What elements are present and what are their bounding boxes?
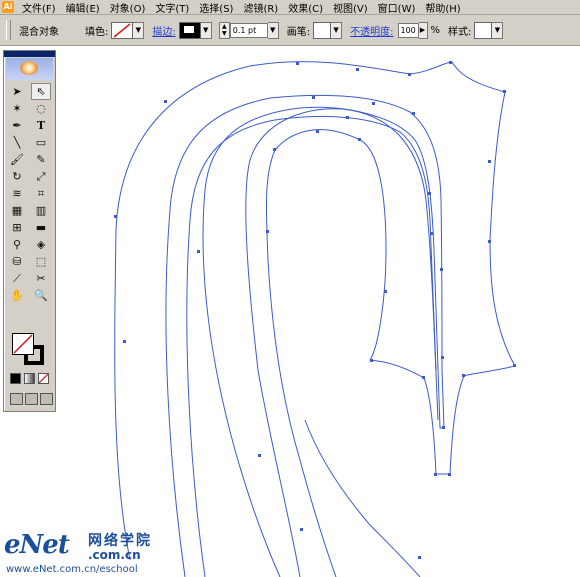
zoom-icon[interactable]: 🔍: [31, 287, 51, 304]
standard-screen-icon[interactable]: [10, 393, 23, 405]
direct-selection-tool-icon[interactable]: ⇖: [31, 83, 51, 100]
none-mode-icon[interactable]: [38, 373, 49, 384]
menu-type[interactable]: 文字(T): [150, 0, 194, 15]
full-screen-icon[interactable]: [40, 393, 53, 405]
opacity-link[interactable]: 不透明度:: [350, 23, 393, 38]
blend-icon[interactable]: ◈: [31, 236, 51, 253]
tools-panel-titlebar[interactable]: [4, 51, 55, 57]
screen-mode-buttons: [10, 393, 53, 405]
outer-path[interactable]: [114, 61, 516, 577]
full-screen-menu-icon[interactable]: [25, 393, 38, 405]
mesh-icon[interactable]: ⊞: [7, 219, 27, 236]
style-swatch[interactable]: [474, 21, 493, 39]
menu-effect[interactable]: 效果(C): [283, 0, 328, 15]
color-mode-buttons: [10, 373, 49, 384]
menu-filter[interactable]: 滤镜(R): [238, 0, 283, 15]
opacity-dropdown[interactable]: ▶: [418, 21, 428, 39]
style-label: 样式:: [448, 26, 472, 38]
enet-watermark: eNet 网络学院 .com.cn www.eNet.com.cn/eschoo…: [0, 526, 190, 577]
middle-path-b[interactable]: [186, 115, 437, 577]
menu-edit[interactable]: 编辑(E): [61, 0, 105, 15]
free-transform-icon[interactable]: ⌗: [31, 185, 51, 202]
symbol-sprayer-icon[interactable]: ▦: [7, 202, 27, 219]
stroke-swatch-inner: [183, 25, 194, 33]
line-icon[interactable]: ╲: [7, 134, 27, 151]
menu-help[interactable]: 帮助(H): [420, 0, 465, 15]
live-paint-icon[interactable]: ⛁: [7, 253, 27, 270]
right-curve-path[interactable]: [304, 419, 421, 577]
brush-swatch[interactable]: [313, 21, 332, 39]
middle-path-a[interactable]: [165, 94, 445, 577]
slice-icon[interactable]: ⟋: [7, 270, 27, 287]
illustrator-icon[interactable]: Ai: [2, 1, 14, 13]
menu-window[interactable]: 窗口(W): [373, 0, 421, 15]
none-fill-icon: [13, 334, 33, 354]
stroke-weight-field[interactable]: 0.1 pt: [229, 22, 268, 38]
control-bar: 混合对象 填色: ▼ 描边: ▼ ▲ ▼ 0.1 pt ▼ 画笔: ▼ 不透明度:…: [0, 15, 580, 46]
stroke-link[interactable]: 描边:: [152, 23, 175, 38]
blend-paths[interactable]: [114, 61, 516, 577]
eyedropper-icon[interactable]: ⚲: [7, 236, 27, 253]
menu-bar: Ai 文件(F) 编辑(E) 对象(O) 文字(T) 选择(S) 滤镜(R) 效…: [0, 0, 580, 15]
brush-label: 画笔:: [286, 26, 311, 38]
magic-wand-icon[interactable]: ✶: [7, 100, 27, 117]
illustrator-flower-logo[interactable]: [6, 58, 53, 80]
watermark-chinese: 网络学院: [88, 533, 152, 549]
menu-object[interactable]: 对象(O): [105, 0, 151, 15]
style-dropdown[interactable]: ▼: [492, 21, 504, 39]
none-swatch-icon: [113, 22, 131, 38]
paintbrush-icon[interactable]: 🖌: [7, 151, 27, 168]
opacity-field[interactable]: 100: [397, 22, 419, 38]
flower-icon: [20, 61, 38, 75]
watermark-logo: eNet: [4, 530, 70, 560]
tools-panel: ➤ ⇖ ✶ ◌ ✒ T ╲ ▭ 🖌 ✎ ↻ ⤢ ≋ ⌗ ▦ ▥ ⊞ ▬ ⚲ ◈ …: [3, 50, 56, 412]
gradient-icon[interactable]: ▬: [31, 219, 51, 236]
hand-icon[interactable]: ✋: [7, 287, 27, 304]
menu-file[interactable]: 文件(F): [17, 0, 61, 15]
menu-view[interactable]: 视图(V): [328, 0, 373, 15]
graph-icon[interactable]: ▥: [31, 202, 51, 219]
toolbar-grip[interactable]: [6, 20, 11, 40]
type-icon[interactable]: T: [31, 117, 51, 134]
pencil-icon[interactable]: ✎: [31, 151, 51, 168]
fill-dropdown[interactable]: ▼: [133, 21, 145, 39]
brush-dropdown[interactable]: ▼: [331, 21, 343, 39]
stroke-dropdown[interactable]: ▼: [200, 21, 212, 39]
fill-swatch[interactable]: [111, 21, 134, 39]
warp-icon[interactable]: ≋: [7, 185, 27, 202]
inner-path[interactable]: [245, 108, 439, 577]
scissors-icon[interactable]: ✂: [31, 270, 51, 287]
pen-icon[interactable]: ✒: [7, 117, 27, 134]
color-mode-icon[interactable]: [10, 373, 21, 384]
rectangle-icon[interactable]: ▭: [31, 134, 51, 151]
opacity-unit: %: [430, 24, 441, 36]
fill-label: 填色:: [85, 26, 109, 38]
scale-icon[interactable]: ⤢: [31, 168, 51, 185]
watermark-domain: .com.cn: [88, 548, 141, 562]
lasso-icon[interactable]: ◌: [31, 100, 51, 117]
watermark-url: www.eNet.com.cn/eschool: [6, 564, 138, 575]
stroke-weight-spinner[interactable]: ▲ ▼: [218, 21, 230, 39]
artboard-canvas[interactable]: [0, 46, 580, 577]
gradient-mode-icon[interactable]: [24, 373, 35, 384]
live-paint-selection-icon[interactable]: ⬚: [31, 253, 51, 270]
rotate-icon[interactable]: ↻: [7, 168, 27, 185]
selection-tool-icon[interactable]: ➤: [7, 83, 27, 100]
menu-select[interactable]: 选择(S): [194, 0, 238, 15]
object-type-label: 混合对象: [19, 26, 59, 38]
stroke-weight-dropdown[interactable]: ▼: [267, 21, 279, 39]
tool-grid: ➤ ⇖ ✶ ◌ ✒ T ╲ ▭ 🖌 ✎ ↻ ⤢ ≋ ⌗ ▦ ▥ ⊞ ▬ ⚲ ◈ …: [4, 81, 55, 306]
stroke-swatch[interactable]: [178, 21, 201, 39]
fill-color-box[interactable]: [12, 333, 34, 355]
fill-stroke-selector[interactable]: [12, 333, 48, 369]
